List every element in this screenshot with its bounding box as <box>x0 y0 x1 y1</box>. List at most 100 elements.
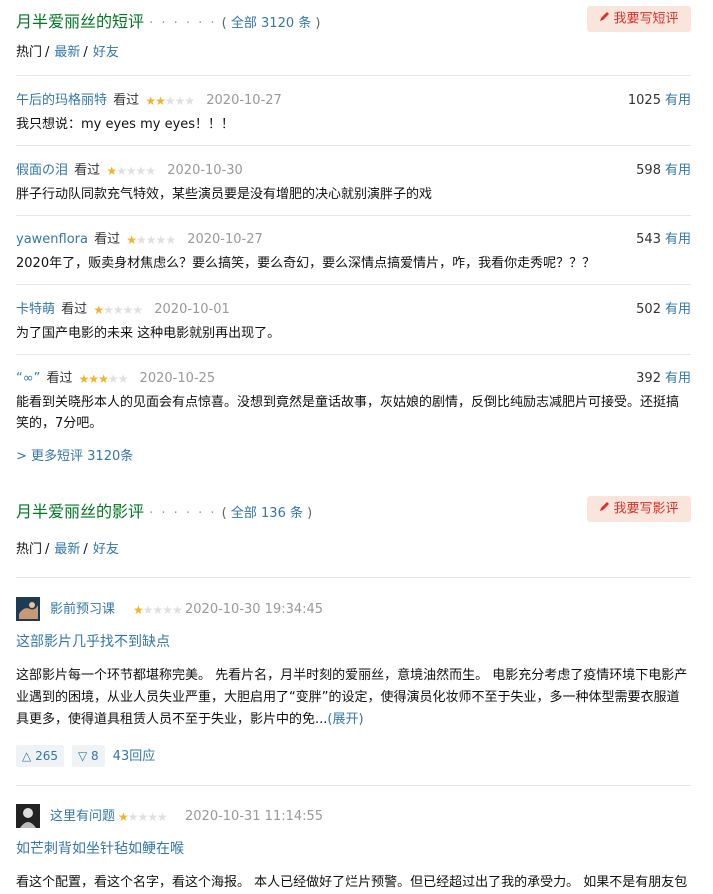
divider <box>16 354 691 355</box>
comment-date: 2020-10-27 <box>206 93 282 108</box>
short-comments-tabs: 热门 / 最新 / 好友 <box>16 41 119 60</box>
review-user[interactable]: 这里有问题 <box>50 804 115 830</box>
section-title: 月半爱丽丝的短评 <box>16 12 145 31</box>
title-dots: · · · · · · <box>149 16 217 31</box>
comment-text: 2020年了，贩卖身材焦虑么？要么搞笑，要么奇幻，要么深情点搞爱情片，咋，我看你… <box>16 256 596 271</box>
downvote-count: 8 <box>91 749 99 763</box>
rating-stars: ★★★★★ <box>78 372 129 386</box>
short-comments-title: 月半爱丽丝的短评 · · · · · · ( 全部 3120 条 ) <box>16 12 321 31</box>
review-title[interactable]: 如芒刺背如坐针毡如鲠在喉 <box>16 838 691 858</box>
reviews-header: 月半爱丽丝的影评 · · · · · · ( 全部 136 条 ) 我要写影评 <box>16 496 691 524</box>
divider <box>16 577 691 578</box>
comment-user[interactable]: 卡特萌 <box>16 302 55 317</box>
comment-text: 为了国产电影的未来 这种电影就别再出现了。 <box>16 326 281 341</box>
rating-stars: ★★★★★ <box>126 233 176 247</box>
watch-status: 看过 <box>46 371 73 386</box>
rating-stars: ★★★★★ <box>93 303 143 317</box>
useful-votes: 392 有用 <box>636 370 691 388</box>
vote-count: 543 <box>636 232 661 247</box>
comment-item: 假面の泪 看过 ★★★★★ 2020-10-30 598 有用 胖子行动队同款充气… <box>16 162 691 205</box>
watch-status: 看过 <box>94 232 121 247</box>
write-review-label: 我要写影评 <box>613 501 679 517</box>
vote-count: 502 <box>636 302 661 317</box>
comment-item: 午后的玛格丽特 看过 ★★★★★ 2020-10-27 1025 有用 我只想说：… <box>16 92 691 135</box>
useful-button[interactable]: 有用 <box>665 371 691 386</box>
watch-status: 看过 <box>113 93 140 108</box>
downvote-button[interactable]: ▽ 8 <box>71 745 105 767</box>
vote-count: 598 <box>636 163 661 178</box>
expand-link[interactable]: (展开) <box>327 712 363 727</box>
page: { "short_comments": { "title": "月半爱丽丝的短评… <box>0 0 713 891</box>
write-short-comment-label: 我要写短评 <box>613 11 679 27</box>
review-date: 2020-10-31 11:14:55 <box>185 809 324 824</box>
tab-latest[interactable]: 最新 <box>54 45 80 60</box>
review-item: 这里有问题 ★★★★★ 2020-10-31 11:14:55 如芒刺背如坐针毡… <box>16 804 691 894</box>
comment-date: 2020-10-30 <box>167 163 243 178</box>
comment-user[interactable]: 午后的玛格丽特 <box>16 93 107 108</box>
write-review-button[interactable]: 我要写影评 <box>587 496 691 522</box>
useful-button[interactable]: 有用 <box>665 93 691 108</box>
rating-stars: ★★★★★ <box>106 164 156 178</box>
comment-user[interactable]: 假面の泪 <box>16 163 68 178</box>
review-body: 这部影片每一个环节都堪称完美。 先看片名，月半时刻的爱丽丝，意境油然而生。 电影… <box>16 665 691 731</box>
useful-votes: 1025 有用 <box>628 92 691 110</box>
useful-button[interactable]: 有用 <box>665 163 691 178</box>
tab-hot[interactable]: 热门 <box>16 45 42 60</box>
comment-user[interactable]: “∞” <box>16 371 40 386</box>
upvote-count: 265 <box>35 749 58 763</box>
tab-friends[interactable]: 好友 <box>93 45 119 60</box>
divider <box>16 145 691 146</box>
comment-item: yawenflora 看过 ★★★★★ 2020-10-27 543 有用 202… <box>16 231 691 274</box>
divider <box>16 284 691 285</box>
all-reviews-link[interactable]: 全部 136 条 <box>231 506 303 521</box>
comment-date: 2020-10-25 <box>139 371 216 386</box>
rating-stars: ★★★★★ <box>133 603 183 617</box>
tab-separator: / <box>83 542 88 557</box>
vote-count: 392 <box>636 371 661 386</box>
comment-item: 卡特萌 看过 ★★★★★ 2020-10-01 502 有用 为了国产电影的未来 … <box>16 301 691 344</box>
tab-latest[interactable]: 最新 <box>54 542 80 557</box>
reviews-tabs: 热门 / 最新 / 好友 <box>16 538 119 557</box>
write-short-comment-button[interactable]: 我要写短评 <box>587 6 691 32</box>
pencil-icon <box>599 6 610 32</box>
tab-separator: / <box>45 45 50 60</box>
useful-votes: 502 有用 <box>636 301 691 319</box>
useful-votes: 598 有用 <box>636 162 691 180</box>
all-short-comments-link[interactable]: 全部 3120 条 <box>231 16 311 31</box>
comment-item: “∞” 看过 ★★★★★ 2020-10-25 392 有用 能看到关晓彤本人的见… <box>16 370 691 434</box>
comment-date: 2020-10-27 <box>187 232 263 247</box>
useful-button[interactable]: 有用 <box>665 302 691 317</box>
review-user[interactable]: 影前预习课 <box>50 597 115 623</box>
avatar[interactable] <box>16 597 40 621</box>
tab-hot[interactable]: 热门 <box>16 542 42 557</box>
comment-date: 2020-10-01 <box>154 302 230 317</box>
review-date: 2020-10-30 19:34:45 <box>185 602 324 617</box>
upvote-button[interactable]: △ 265 <box>16 745 64 767</box>
review-actions: △ 265 ▽ 8 43回应 <box>16 745 691 767</box>
tab-separator: / <box>83 45 88 60</box>
watch-status: 看过 <box>74 163 101 178</box>
comment-text: 我只想说：my eyes my eyes！！！ <box>16 117 235 132</box>
comment-text: 胖子行动队同款充气特效，某些演员要是没有增肥的决心就别演胖子的戏 <box>16 187 433 202</box>
review-title[interactable]: 这部影片几乎找不到缺点 <box>16 631 691 651</box>
divider <box>16 215 691 216</box>
useful-button[interactable]: 有用 <box>665 232 691 247</box>
review-item: 影前预习课 ★★★★★ 2020-10-30 19:34:45 这部影片几乎找不… <box>16 597 691 767</box>
tab-separator: / <box>45 542 50 557</box>
reviews-title: 月半爱丽丝的影评 · · · · · · ( 全部 136 条 ) <box>16 502 313 521</box>
divider <box>16 75 691 76</box>
tab-friends[interactable]: 好友 <box>93 542 119 557</box>
triangle-down-icon: ▽ <box>77 749 88 763</box>
divider <box>16 785 691 786</box>
section-title: 月半爱丽丝的影评 <box>16 502 145 521</box>
more-short-comments-link[interactable]: > 更多短评 3120条 <box>16 445 133 464</box>
title-dots: · · · · · · <box>149 506 217 521</box>
rating-stars: ★★★★★ <box>145 94 195 108</box>
replies-link[interactable]: 43回应 <box>113 749 156 764</box>
comment-text: 能看到关晓彤本人的见面会有点惊喜。没想到竟然是童话故事，灰姑娘的剧情，反倒比纯励… <box>16 395 680 431</box>
triangle-up-icon: △ <box>22 749 32 763</box>
pencil-icon <box>599 496 610 522</box>
comment-user[interactable]: yawenflora <box>16 232 88 247</box>
avatar[interactable] <box>16 804 40 828</box>
watch-status: 看过 <box>61 302 88 317</box>
